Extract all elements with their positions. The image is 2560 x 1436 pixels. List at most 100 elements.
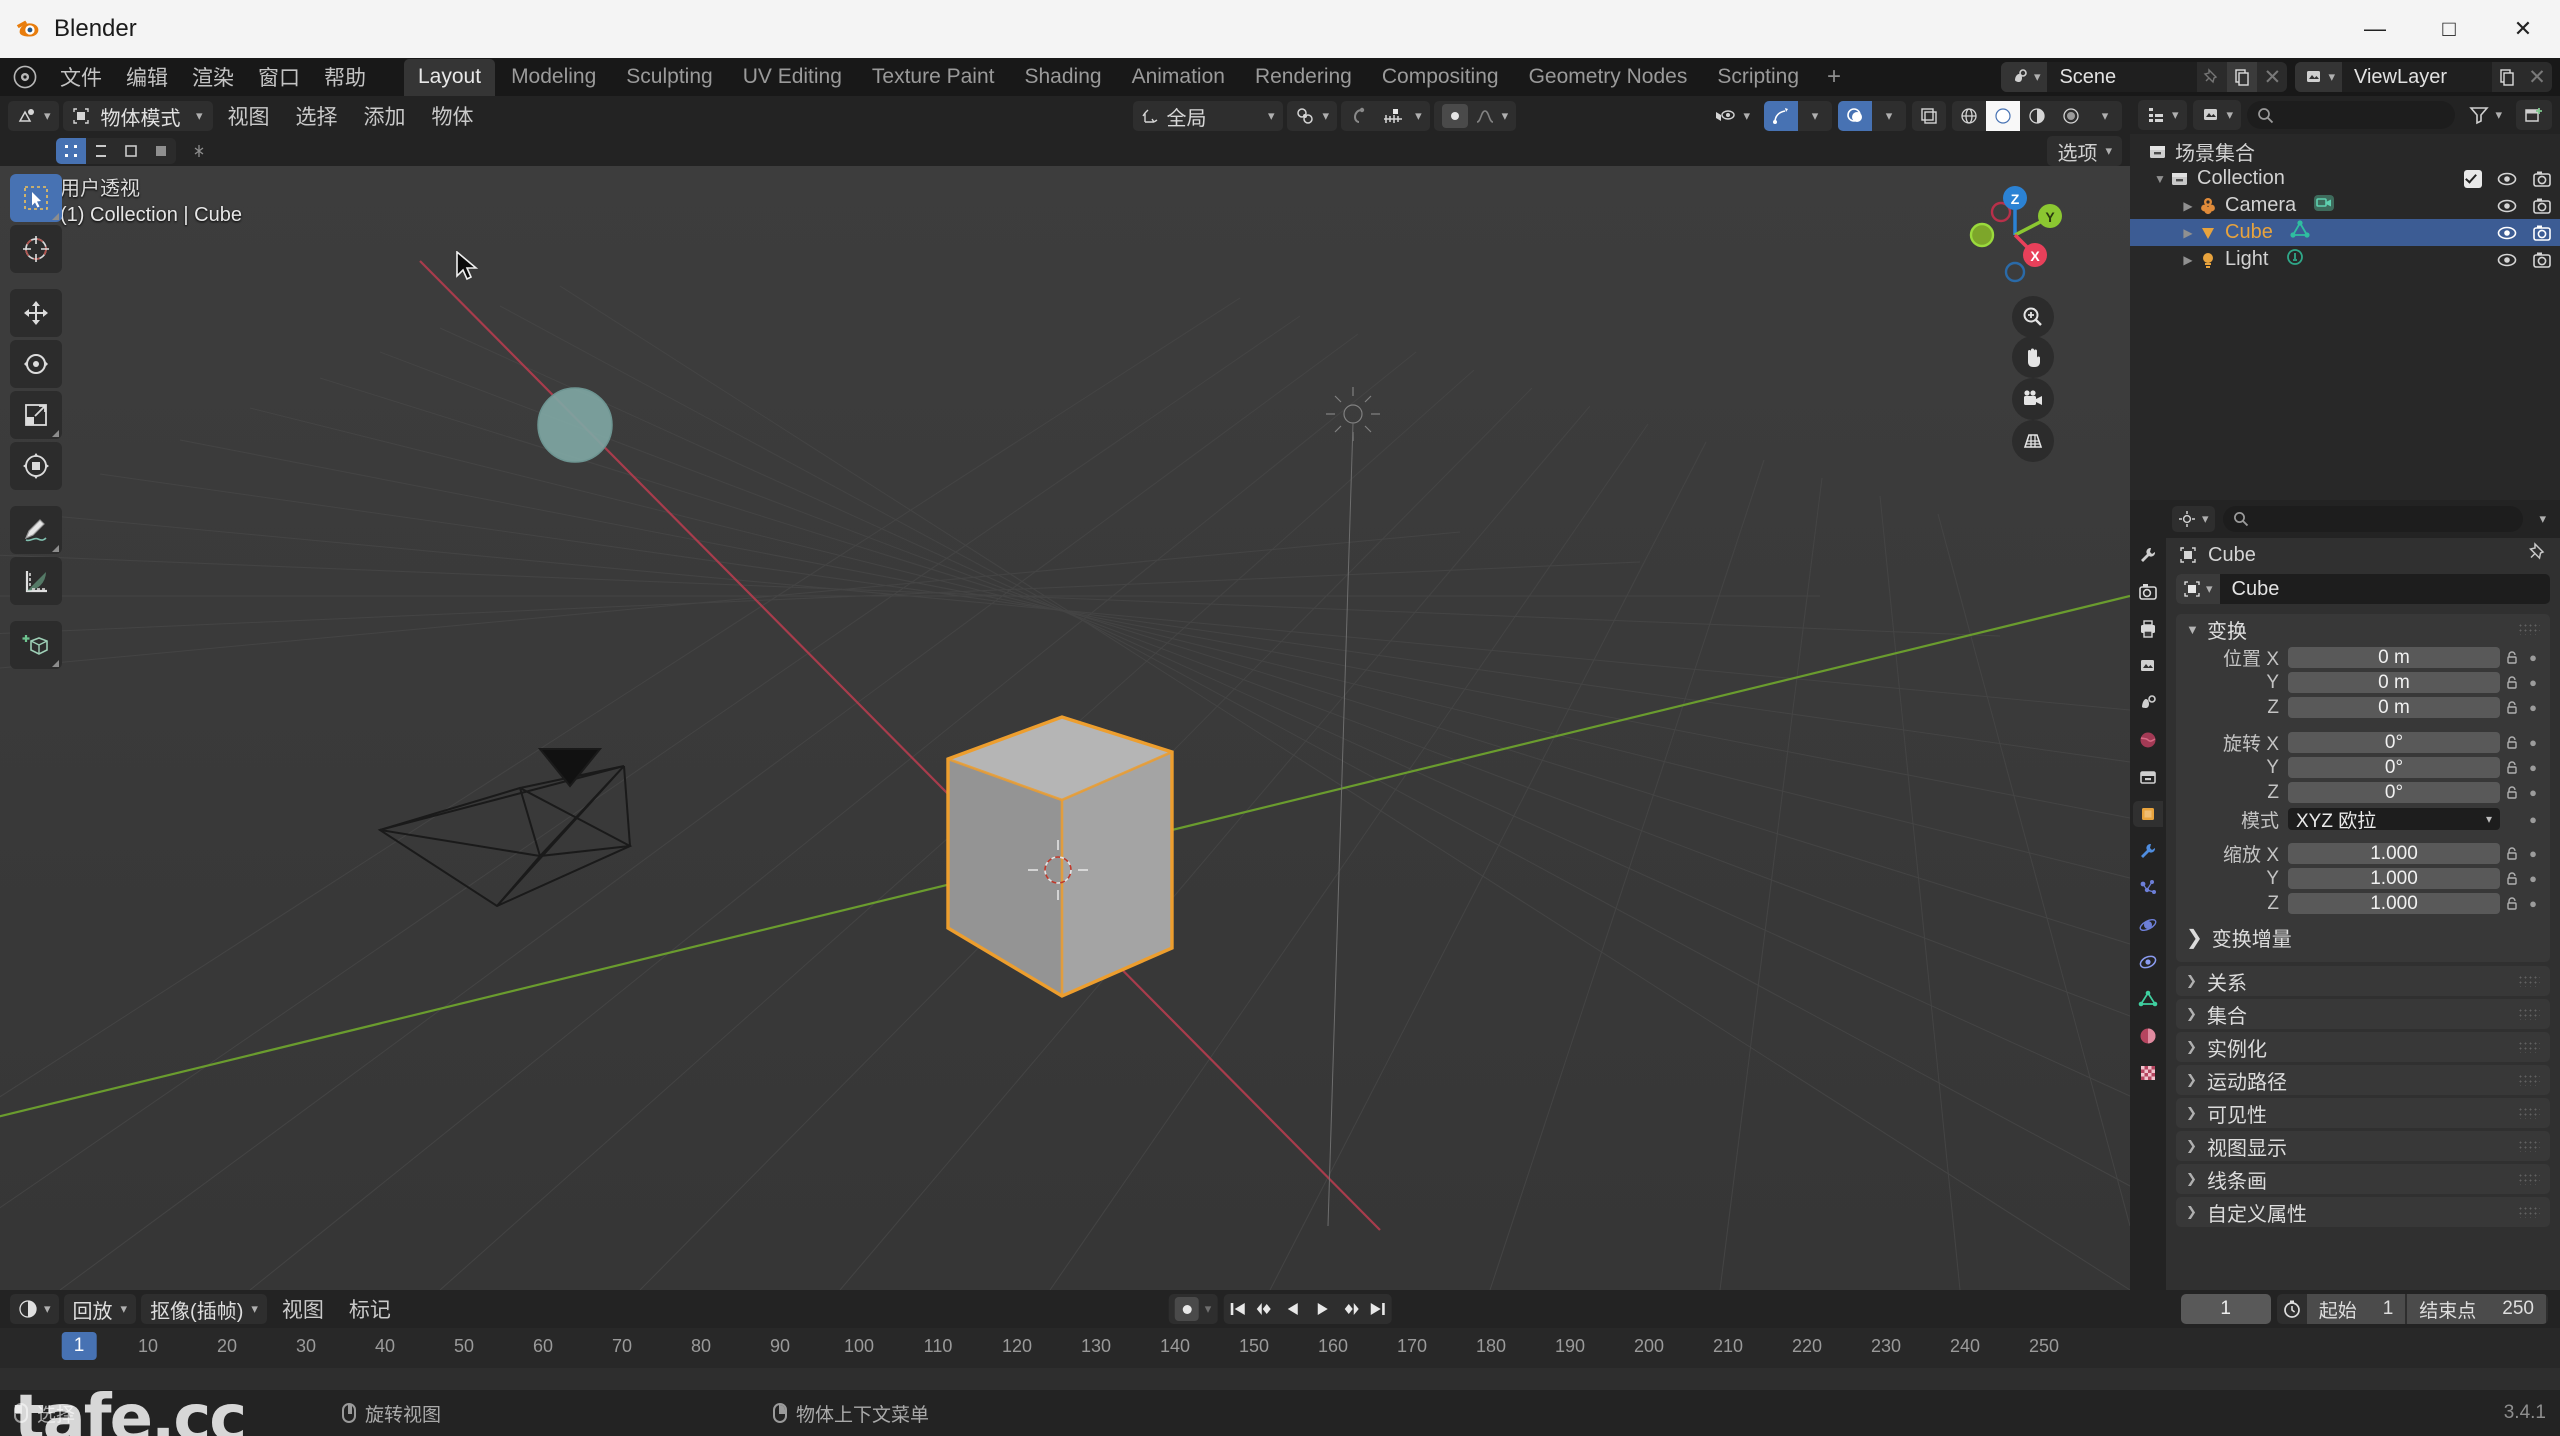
jump-to-start-button[interactable] <box>1223 1294 1251 1324</box>
outliner-filter-icon[interactable]: ▾ <box>2461 100 2510 130</box>
workspace-tab-geometry-nodes[interactable]: Geometry Nodes <box>1515 59 1702 96</box>
zoom-view-icon[interactable] <box>2012 296 2054 338</box>
visibility-selector[interactable]: ▾ <box>1705 101 1758 131</box>
panel-grip[interactable] <box>2518 975 2540 987</box>
location-z-field[interactable]: 0 m <box>2288 697 2500 718</box>
frame-end-field[interactable]: 结束点 250 <box>2407 1294 2546 1324</box>
panel-custom-properties[interactable]: ❯ 自定义属性 <box>2176 1197 2550 1227</box>
viewport-options-button[interactable]: 选项 ▾ <box>2047 136 2122 166</box>
properties-tab-object[interactable] <box>2133 801 2163 827</box>
workspace-tab-layout[interactable]: Layout <box>404 58 496 96</box>
timeline-keying-dropdown[interactable]: 抠像(插帧) ▾ <box>141 1294 267 1324</box>
toggle-xray-icon[interactable] <box>1912 101 1946 131</box>
scene-icon[interactable]: ▾ <box>2000 62 2048 92</box>
interaction-mode-selector[interactable]: 物体模式 ▾ <box>62 101 213 131</box>
properties-tab-scene[interactable] <box>2133 690 2163 716</box>
properties-tab-modifier[interactable] <box>2133 838 2163 864</box>
transform-orientation-selector[interactable]: 全局 ▾ <box>1132 101 1283 131</box>
object-id-name[interactable]: Cube <box>2220 578 2280 601</box>
timeline-ruler[interactable]: 1 10 20 30 40 50 60 70 80 90 100 110 120… <box>0 1328 2560 1368</box>
delete-scene-icon[interactable]: ✕ <box>2257 62 2287 92</box>
chevron-right-icon[interactable]: ❯ <box>2186 1204 2198 1220</box>
shading-dropdown[interactable]: ▾ <box>2088 101 2122 131</box>
outliner-row-camera[interactable]: ▶ Camera <box>2130 192 2560 219</box>
outliner-search-input[interactable] <box>2247 101 2456 129</box>
tool-measure[interactable] <box>10 557 62 605</box>
expand-cube-icon[interactable]: ▶ <box>2178 226 2198 240</box>
menu-help[interactable]: 帮助 <box>312 58 378 96</box>
menu-window[interactable]: 窗口 <box>246 58 312 96</box>
play-button[interactable] <box>1307 1294 1335 1324</box>
rotation-mode-select[interactable]: XYZ 欧拉 ▾ <box>2288 808 2500 832</box>
properties-tab-render[interactable] <box>2133 579 2163 605</box>
properties-search-input[interactable] <box>2222 506 2524 532</box>
navigation-gizmo[interactable]: Z Y X <box>1960 180 2070 290</box>
lock-scale-x-icon[interactable] <box>2500 846 2524 862</box>
properties-tab-physics[interactable] <box>2133 912 2163 938</box>
disable-in-render-icon[interactable] <box>2532 170 2552 188</box>
properties-tab-particles[interactable] <box>2133 875 2163 901</box>
properties-editor-type-selector[interactable]: ▾ <box>2172 506 2215 532</box>
snap-toggle[interactable]: ▾ <box>1286 101 1338 131</box>
hide-in-viewport-icon[interactable] <box>2496 197 2518 215</box>
panel-grip[interactable] <box>2518 1140 2540 1152</box>
location-x-field[interactable]: 0 m <box>2288 647 2500 668</box>
animate-location-z-icon[interactable]: ● <box>2524 700 2542 715</box>
mesh-symmetry-icon[interactable] <box>184 138 214 164</box>
blender-menu-icon[interactable] <box>12 64 38 90</box>
animate-scale-y-icon[interactable]: ● <box>2524 871 2542 886</box>
auto-keying-toggle[interactable]: ▾ <box>1168 1294 1218 1324</box>
tool-add-cube[interactable] <box>10 621 62 669</box>
outliner-display-mode-selector[interactable]: ▾ <box>2192 100 2242 130</box>
lock-rotation-x-icon[interactable] <box>2500 735 2524 751</box>
disable-in-render-icon[interactable] <box>2532 251 2552 269</box>
close-button[interactable]: ✕ <box>2486 0 2560 58</box>
select-mode-face-icon[interactable] <box>116 138 146 164</box>
hide-in-viewport-icon[interactable] <box>2496 251 2518 269</box>
viewport-menu-object[interactable]: 物体 <box>421 97 485 135</box>
tool-transform[interactable] <box>10 442 62 490</box>
chevron-right-icon[interactable]: ❯ <box>2186 1138 2198 1154</box>
new-scene-icon[interactable] <box>2227 62 2258 92</box>
pin-scene-icon[interactable] <box>2197 62 2227 92</box>
chevron-right-icon[interactable]: ❯ <box>2186 925 2203 950</box>
overlay-dropdown[interactable]: ▾ <box>1872 101 1906 131</box>
outliner-row-light[interactable]: ▶ Light <box>2130 246 2560 273</box>
timeline-menu-view[interactable]: 视图 <box>272 1290 334 1328</box>
pan-view-icon[interactable] <box>2012 336 2054 378</box>
properties-tab-constraints[interactable] <box>2133 949 2163 975</box>
expand-collection-icon[interactable]: ▼ <box>2150 172 2170 186</box>
show-overlays-toggle[interactable] <box>1838 101 1872 131</box>
jump-to-previous-keyframe-button[interactable] <box>1251 1294 1279 1324</box>
object-id-block[interactable]: ▾ Cube <box>2176 574 2550 604</box>
lock-location-y-icon[interactable] <box>2500 675 2524 691</box>
panel-visibility[interactable]: ❯ 可见性 <box>2176 1098 2550 1128</box>
mesh-data-icon[interactable] <box>2289 219 2311 247</box>
chevron-right-icon[interactable]: ❯ <box>2186 1171 2198 1187</box>
lock-rotation-z-icon[interactable] <box>2500 785 2524 801</box>
outliner-row-cube[interactable]: ▶ Cube <box>2130 219 2560 246</box>
expand-light-icon[interactable]: ▶ <box>2178 253 2198 267</box>
disable-in-render-icon[interactable] <box>2532 197 2552 215</box>
tool-tweak-select-box[interactable] <box>10 174 62 222</box>
viewport-menu-view[interactable]: 视图 <box>217 97 281 135</box>
workspace-tab-compositing[interactable]: Compositing <box>1368 59 1513 96</box>
panel-grip[interactable] <box>2518 1074 2540 1086</box>
viewlayer-icon[interactable]: ▾ <box>2295 62 2342 92</box>
tool-cursor[interactable] <box>10 225 62 273</box>
toggle-perspective-icon[interactable] <box>2012 420 2054 462</box>
chevron-right-icon[interactable]: ❯ <box>2186 1072 2198 1088</box>
outliner-new-collection-icon[interactable] <box>2516 100 2552 130</box>
camera-data-icon[interactable] <box>2312 192 2336 220</box>
workspace-tab-modeling[interactable]: Modeling <box>497 59 610 96</box>
use-preview-range-icon[interactable] <box>2277 1299 2307 1319</box>
menu-edit[interactable]: 编辑 <box>114 58 180 96</box>
scene-name[interactable]: Scene <box>2047 62 2198 92</box>
solid-shading-icon[interactable] <box>1986 101 2020 131</box>
scene-selector[interactable]: ▾ Scene ✕ <box>2000 62 2288 92</box>
scale-x-field[interactable]: 1.000 <box>2288 843 2500 864</box>
viewlayer-name[interactable]: ViewLayer <box>2342 62 2492 92</box>
panel-motion-paths[interactable]: ❯ 运动路径 <box>2176 1065 2550 1095</box>
hide-in-viewport-icon[interactable] <box>2496 170 2518 188</box>
timeline-editor-type-selector[interactable]: ▾ <box>10 1294 59 1324</box>
